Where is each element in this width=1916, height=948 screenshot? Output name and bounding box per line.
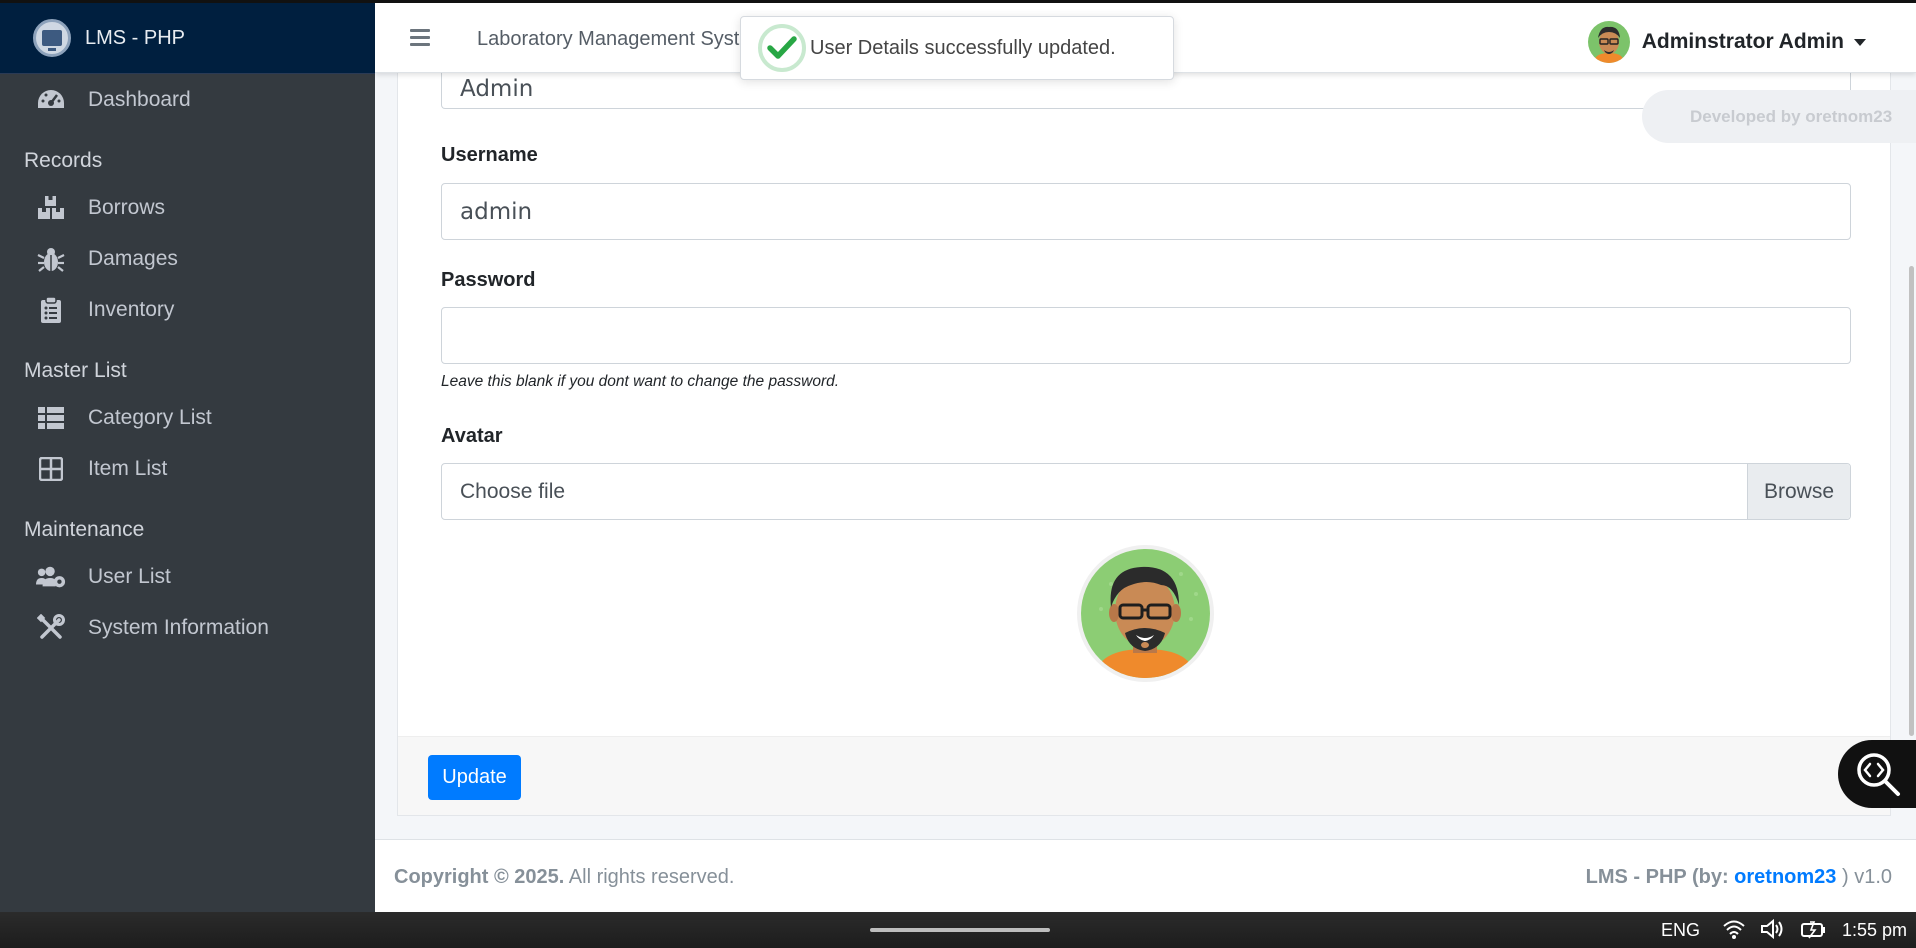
system-tray bbox=[1722, 918, 1828, 940]
sidebar-item-label: Borrows bbox=[88, 195, 166, 219]
password-label: Password bbox=[441, 269, 536, 291]
users-cog-icon bbox=[36, 562, 66, 592]
sidebar-header-records: Records bbox=[24, 149, 103, 172]
password-field[interactable] bbox=[441, 307, 1851, 364]
clipboard-list-icon bbox=[36, 295, 66, 325]
bug-icon bbox=[36, 244, 66, 274]
sidebar-item-inventory[interactable]: Inventory bbox=[0, 284, 375, 335]
card-footer: Update bbox=[398, 736, 1890, 815]
success-toast: User Details successfully updated. bbox=[740, 16, 1174, 80]
sidebar-item-label: Damages bbox=[88, 246, 178, 270]
sidebar-item-user-list[interactable]: User List bbox=[0, 551, 375, 602]
caret-down-icon bbox=[1854, 38, 1866, 46]
tachometer-icon bbox=[36, 85, 66, 115]
developed-by-badge: Developed by oretnom23 bbox=[1642, 90, 1916, 143]
th-list-icon bbox=[36, 403, 66, 433]
th-large-icon bbox=[36, 454, 66, 484]
clock[interactable]: 1:55 pm bbox=[1842, 920, 1907, 941]
home-handle[interactable] bbox=[870, 928, 1050, 932]
sidebar-item-damages[interactable]: Damages bbox=[0, 233, 375, 284]
avatar-label: Avatar bbox=[441, 425, 503, 447]
sidebar-item-label: Inventory bbox=[88, 297, 175, 321]
hamburger-menu-icon[interactable] bbox=[410, 29, 430, 47]
user-menu-dropdown[interactable]: Adminstrator Admin bbox=[1587, 21, 1866, 63]
author-link[interactable]: oretnom23 bbox=[1734, 866, 1836, 888]
user-avatar bbox=[1587, 21, 1630, 63]
sidebar-item-label: Dashboard bbox=[88, 87, 191, 111]
wifi-icon[interactable] bbox=[1722, 918, 1746, 940]
file-placeholder: Choose file bbox=[460, 479, 566, 503]
user-form-card: Admin Username admin Password Leave this… bbox=[397, 69, 1891, 816]
language-indicator[interactable]: ENG bbox=[1661, 920, 1700, 941]
sidebar-item-label: Item List bbox=[88, 456, 168, 480]
page-scrollbar[interactable] bbox=[1909, 266, 1914, 736]
check-icon bbox=[758, 24, 806, 72]
os-taskbar: ENG 1:55 pm bbox=[0, 912, 1916, 948]
credit-text: LMS - PHP (by: oretnom23 ) v1.0 bbox=[1585, 866, 1892, 888]
sidebar-item-label: User List bbox=[88, 564, 171, 588]
sidebar-item-borrows[interactable]: Borrows bbox=[0, 182, 375, 233]
browse-button[interactable]: Browse bbox=[1747, 464, 1850, 519]
sidebar-item-category-list[interactable]: Category List bbox=[0, 392, 375, 443]
avatar-preview bbox=[1077, 545, 1214, 682]
brand-logo-icon bbox=[33, 19, 71, 57]
user-name: Adminstrator Admin bbox=[1641, 30, 1844, 53]
toast-message: User Details successfully updated. bbox=[810, 36, 1116, 59]
sidebar-header-maintenance: Maintenance bbox=[24, 518, 145, 541]
username-label: Username bbox=[441, 144, 538, 166]
update-button[interactable]: Update bbox=[428, 755, 521, 800]
avatar-file-input[interactable]: Choose file Browse bbox=[441, 463, 1851, 520]
sidebar-item-label: Category List bbox=[88, 405, 212, 429]
sidebar-item-item-list[interactable]: Item List bbox=[0, 443, 375, 494]
brand-link[interactable]: LMS - PHP bbox=[0, 3, 375, 74]
copyright-text: Copyright © 2025. All rights reserved. bbox=[394, 866, 735, 888]
code-search-icon bbox=[1857, 753, 1900, 796]
brand-text: LMS - PHP bbox=[85, 26, 186, 49]
sidebar-header-master-list: Master List bbox=[24, 359, 127, 382]
sidebar-item-dashboard[interactable]: Dashboard bbox=[0, 74, 375, 125]
sidebar-item-system-information[interactable]: System Information bbox=[0, 602, 375, 653]
page-footer: Copyright © 2025. All rights reserved. L… bbox=[375, 839, 1916, 912]
volume-icon[interactable] bbox=[1760, 918, 1786, 940]
tools-icon bbox=[36, 613, 66, 643]
sidebar: LMS - PHP Dashboard Records Borrows Dama… bbox=[0, 0, 375, 912]
boxes-icon bbox=[36, 193, 66, 223]
password-hint: Leave this blank if you dont want to cha… bbox=[441, 373, 840, 390]
username-field[interactable]: admin bbox=[441, 183, 1851, 240]
battery-icon[interactable] bbox=[1800, 918, 1828, 940]
sidebar-item-label: System Information bbox=[88, 615, 269, 639]
code-search-button[interactable] bbox=[1838, 740, 1916, 808]
